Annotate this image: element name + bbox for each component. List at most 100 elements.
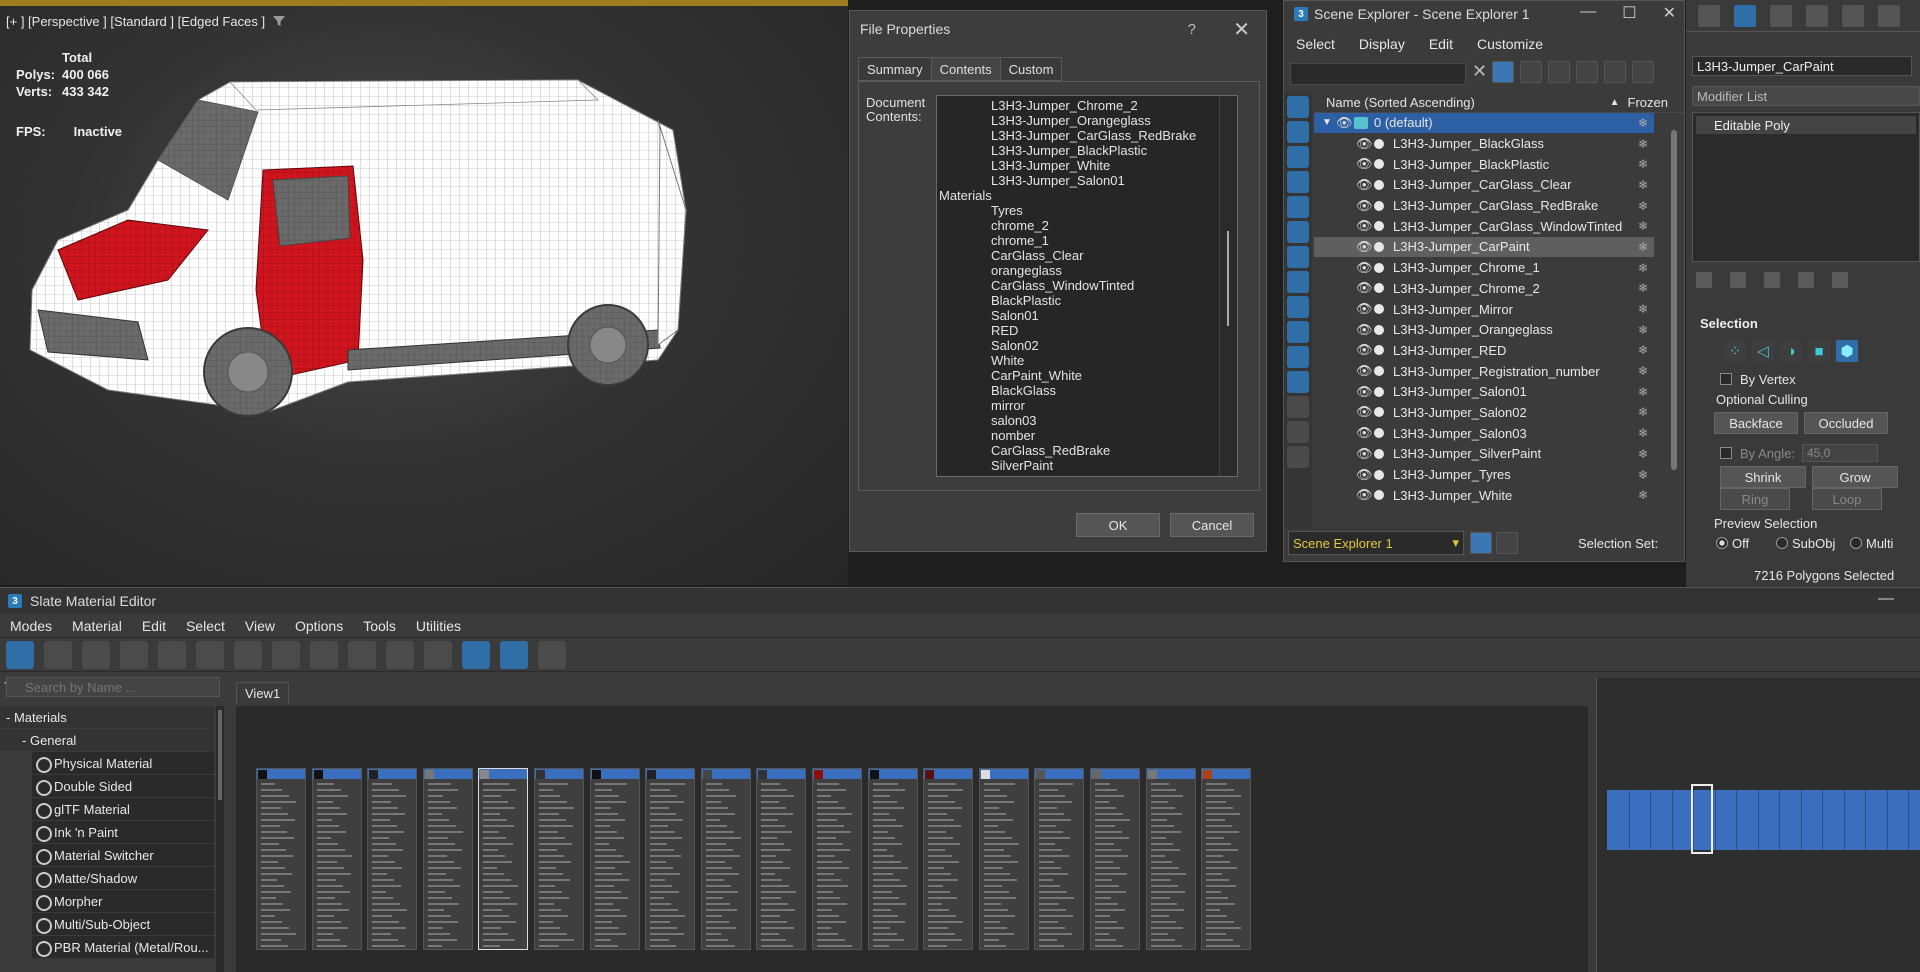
menu-view[interactable]: View	[235, 614, 285, 637]
material-node[interactable]	[812, 768, 862, 950]
modifier-stack-item[interactable]: Editable Poly	[1696, 116, 1916, 134]
material-node[interactable]	[978, 768, 1029, 950]
visibility-eye-icon[interactable]: 👁	[1356, 280, 1373, 296]
scene-object-row[interactable]: 👁 L3H3-Jumper_Tyres ❄	[1314, 465, 1654, 486]
navigator-panel[interactable]	[1596, 678, 1920, 972]
lock-icon[interactable]	[1520, 61, 1542, 83]
modify-tab-icon[interactable]	[1734, 4, 1756, 27]
scene-object-row[interactable]: 👁 L3H3-Jumper_CarGlass_Clear ❄	[1314, 175, 1654, 196]
freeze-icon[interactable]: ❄	[1638, 323, 1648, 337]
vertex-level-icon[interactable]: ⁘	[1724, 340, 1746, 362]
filter-icon[interactable]	[272, 14, 286, 28]
material-type-item[interactable]: Material Switcher	[32, 844, 214, 867]
assign-to-selection-icon[interactable]	[120, 640, 148, 669]
scroll-thumb[interactable]	[218, 710, 222, 800]
move-children-icon[interactable]	[196, 640, 224, 669]
angle-spinner[interactable]: 45,0	[1802, 444, 1878, 462]
groups-filter-icon[interactable]	[1287, 246, 1309, 268]
scene-object-row[interactable]: 👁 L3H3-Jumper_CarPaint ❄	[1314, 237, 1654, 258]
show-shaded-icon[interactable]	[272, 640, 300, 669]
visibility-eye-icon[interactable]: 👁	[1356, 446, 1373, 462]
shapes-filter-icon[interactable]	[1287, 121, 1309, 143]
layer-explorer-icon[interactable]	[1470, 532, 1492, 554]
make-unique-icon[interactable]	[1764, 272, 1780, 288]
create-tab-icon[interactable]	[1698, 4, 1720, 27]
delete-icon[interactable]	[158, 640, 186, 669]
material-node[interactable]	[311, 768, 362, 950]
menu-utilities[interactable]: Utilities	[406, 614, 471, 637]
visibility-eye-icon[interactable]: 👁	[1356, 260, 1373, 276]
invert-display-icon[interactable]	[1287, 446, 1309, 468]
scene-object-row[interactable]: 👁 L3H3-Jumper_BlackPlastic ❄	[1314, 154, 1654, 176]
pin-stack-icon[interactable]	[1696, 272, 1712, 288]
material-node[interactable]	[256, 768, 306, 950]
material-node[interactable]	[367, 768, 418, 950]
freeze-icon[interactable]: ❄	[1638, 364, 1648, 378]
configure-sets-icon[interactable]	[1832, 272, 1848, 288]
hierarchy-tab-icon[interactable]	[1770, 4, 1792, 27]
scene-object-row[interactable]: 👁 L3H3-Jumper_BlackGlass ❄	[1314, 134, 1654, 155]
material-node[interactable]	[867, 768, 918, 950]
freeze-icon[interactable]: ❄	[1638, 385, 1648, 399]
van-wireframe-model[interactable]	[18, 60, 698, 440]
modifier-stack[interactable]: Editable Poly	[1692, 112, 1920, 262]
filter-icon[interactable]	[1492, 61, 1514, 83]
shrink-button[interactable]: Shrink	[1720, 466, 1806, 488]
freeze-icon[interactable]: ❄	[1638, 426, 1648, 440]
lights-filter-icon[interactable]	[1287, 146, 1309, 168]
cameras-filter-icon[interactable]	[1287, 171, 1309, 193]
menu-tools[interactable]: Tools	[353, 614, 406, 637]
scroll-thumb[interactable]	[1227, 231, 1229, 326]
material-node[interactable]	[478, 768, 529, 950]
material-node[interactable]	[589, 768, 640, 950]
material-id-icon[interactable]	[348, 640, 376, 669]
object-name-field[interactable]: L3H3-Jumper_CarPaint	[1692, 56, 1912, 76]
visibility-eye-icon[interactable]: 👁	[1356, 425, 1373, 441]
particles-filter-icon[interactable]	[1287, 346, 1309, 368]
scene-object-row[interactable]: 👁 L3H3-Jumper_RED ❄	[1314, 341, 1654, 362]
visibility-eye-icon[interactable]: 👁	[1336, 115, 1353, 131]
material-node[interactable]	[756, 768, 807, 950]
tab-contents[interactable]: Contents	[930, 57, 1001, 81]
freeze-icon[interactable]: ❄	[1638, 468, 1648, 482]
utilities-tab-icon[interactable]	[1878, 4, 1900, 27]
show-end-result-icon[interactable]	[1730, 272, 1746, 288]
layer-row-default[interactable]: ▼ 👁 0 (default) ❄	[1314, 113, 1654, 134]
visibility-eye-icon[interactable]: 👁	[1356, 363, 1373, 379]
scene-object-row[interactable]: 👁 L3H3-Jumper_SilverPaint ❄	[1314, 444, 1654, 465]
hide-unused-icon[interactable]	[234, 640, 262, 669]
backface-button[interactable]: Backface	[1714, 412, 1798, 434]
freeze-icon[interactable]: ❄	[1638, 157, 1648, 171]
material-type-item[interactable]: Multi/Sub-Object	[32, 913, 214, 936]
close-icon[interactable]: ✕	[1233, 17, 1250, 42]
clear-search-icon[interactable]: ✕	[1472, 61, 1487, 82]
viewport-label-menu[interactable]: [+ ] [Perspective ] [Standard ] [Edged F…	[6, 14, 265, 29]
freeze-icon[interactable]: ❄	[1638, 447, 1648, 461]
scene-object-row[interactable]: 👁 L3H3-Jumper_Registration_number ❄	[1314, 361, 1654, 382]
visibility-eye-icon[interactable]: 👁	[1356, 239, 1373, 255]
freeze-icon[interactable]: ❄	[1638, 488, 1648, 502]
scene-object-row[interactable]: 👁 L3H3-Jumper_Chrome_1 ❄	[1314, 258, 1654, 279]
cancel-button[interactable]: Cancel	[1170, 513, 1254, 537]
remove-modifier-icon[interactable]	[1798, 272, 1814, 288]
scene-object-row[interactable]: 👁 L3H3-Jumper_Salon02 ❄	[1314, 403, 1654, 424]
material-type-item[interactable]: Matte/Shadow	[32, 867, 214, 890]
expand-triangle-icon[interactable]: ▼	[1322, 117, 1332, 128]
freeze-icon[interactable]: ❄	[1638, 240, 1648, 254]
element-level-icon[interactable]: ⬢	[1836, 340, 1858, 362]
tab-summary[interactable]: Summary	[858, 57, 932, 81]
containers-filter-icon[interactable]	[1287, 321, 1309, 343]
visibility-eye-icon[interactable]: 👁	[1356, 487, 1373, 503]
material-node[interactable]	[1201, 768, 1252, 950]
tree-category-general[interactable]: - General	[0, 729, 214, 752]
display-none-icon[interactable]	[1287, 421, 1309, 443]
preview-multi-radio[interactable]	[1850, 537, 1862, 549]
freeze-icon[interactable]: ❄	[1638, 343, 1648, 357]
menu-edit[interactable]: Edit	[1417, 33, 1465, 55]
material-node[interactable]	[1145, 768, 1196, 950]
preview-off-radio[interactable]	[1716, 537, 1728, 549]
scene-object-row[interactable]: 👁 L3H3-Jumper_Mirror ❄	[1314, 299, 1654, 320]
hierarchy-toggle-icon[interactable]	[1496, 532, 1518, 554]
polygon-level-icon[interactable]: ■	[1808, 340, 1830, 362]
menu-edit[interactable]: Edit	[132, 614, 176, 637]
